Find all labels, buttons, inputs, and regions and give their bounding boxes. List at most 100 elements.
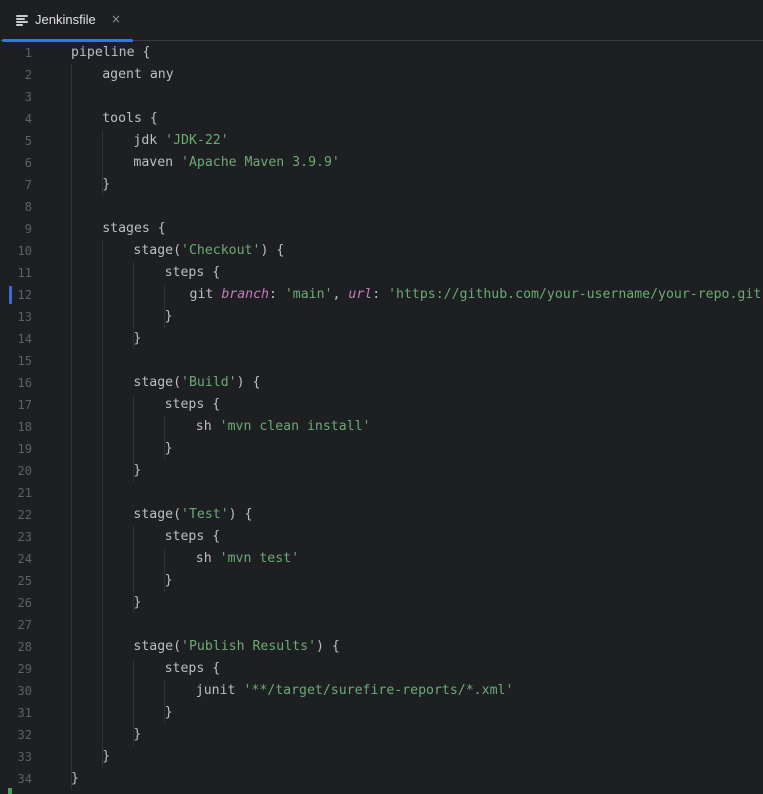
code-token: , xyxy=(332,287,349,302)
indent-guide xyxy=(164,416,165,460)
code-line[interactable]: pipeline { xyxy=(71,42,150,64)
code-line[interactable]: sh 'mvn test' xyxy=(196,548,299,570)
code-line[interactable]: } xyxy=(133,592,141,614)
string-literal: 'Test' xyxy=(181,507,229,522)
line-number: 23 xyxy=(17,530,32,544)
code-line[interactable]: steps { xyxy=(165,526,221,548)
code-line[interactable]: stage('Test') { xyxy=(133,504,252,526)
code-token: ) { xyxy=(228,507,253,522)
code-token: junit xyxy=(195,683,244,698)
line-number: 10 xyxy=(17,244,32,258)
code-token: } xyxy=(102,749,111,764)
code-token: sh xyxy=(195,419,220,434)
indent-guide xyxy=(102,130,103,196)
code-token: } xyxy=(164,441,173,456)
code-token: } xyxy=(133,331,142,346)
tab-title: Jenkinsfile xyxy=(35,12,96,27)
code-line[interactable]: } xyxy=(165,306,173,328)
line-number: 19 xyxy=(17,442,32,456)
close-icon[interactable]: × xyxy=(111,12,121,26)
code-line[interactable]: junit '**/target/surefire-reports/*.xml' xyxy=(196,680,514,702)
code-token: steps { xyxy=(164,265,221,280)
code-token: } xyxy=(133,727,142,742)
code-line[interactable]: stage('Build') { xyxy=(133,372,260,394)
code-line[interactable]: } xyxy=(133,328,141,350)
indent-guide xyxy=(133,658,134,746)
code-line[interactable]: } xyxy=(165,438,173,460)
code-line[interactable]: } xyxy=(102,746,110,768)
code-token: steps { xyxy=(164,397,221,412)
line-number: 6 xyxy=(24,156,32,170)
code-token: } xyxy=(164,705,173,720)
named-parameter: branch xyxy=(221,287,269,302)
code-line[interactable]: agent any xyxy=(102,64,173,86)
line-number: 16 xyxy=(17,376,32,390)
string-literal: 'main' xyxy=(284,287,333,302)
code-token: ) { xyxy=(236,375,261,390)
line-number: 20 xyxy=(17,464,32,478)
code-token: maven xyxy=(133,155,182,170)
line-number: 2 xyxy=(24,68,32,82)
code-line[interactable]: git branch: 'main', url: 'https://github… xyxy=(190,284,763,306)
string-literal: 'Checkout' xyxy=(181,243,261,258)
named-parameter: url xyxy=(348,287,373,302)
code-token: steps { xyxy=(164,529,221,544)
tab-jenkinsfile[interactable]: Jenkinsfile × xyxy=(0,0,133,42)
line-number: 12 xyxy=(17,288,32,302)
code-token: } xyxy=(164,309,173,324)
line-number: 32 xyxy=(17,728,32,742)
code-line[interactable]: jdk 'JDK-22' xyxy=(133,130,228,152)
code-token: tools { xyxy=(102,111,158,126)
code-line[interactable]: } xyxy=(71,768,79,790)
code-line[interactable]: tools { xyxy=(102,108,158,130)
code-token: ) { xyxy=(260,243,285,258)
line-number: 31 xyxy=(17,706,32,720)
change-marker xyxy=(9,286,12,304)
text-file-icon xyxy=(16,15,28,26)
code-token: : xyxy=(268,287,285,302)
line-number: 17 xyxy=(17,398,32,412)
code-line[interactable]: steps { xyxy=(165,394,221,416)
line-number: 14 xyxy=(17,332,32,346)
code-line[interactable]: } xyxy=(165,702,173,724)
code-line[interactable]: maven 'Apache Maven 3.9.9' xyxy=(133,152,339,174)
string-literal: 'https://github.com/your-username/your-r… xyxy=(388,287,763,302)
code-token: stage( xyxy=(133,507,182,522)
code-line[interactable]: sh 'mvn clean install' xyxy=(196,416,371,438)
line-number: 4 xyxy=(24,112,32,126)
code-token: stage( xyxy=(133,375,182,390)
code-token: jdk xyxy=(133,133,166,148)
line-number-gutter: 1 2 3 4 5 6 7 8 9 10 11 12 13 14 15 16 17 18 19 20 21 22 23 24 2… xyxy=(0,42,56,794)
code-line[interactable]: } xyxy=(102,174,110,196)
code-line[interactable]: } xyxy=(133,724,141,746)
line-number: 13 xyxy=(17,310,32,324)
line-number: 22 xyxy=(17,508,32,522)
line-number: 28 xyxy=(17,640,32,654)
code-line[interactable]: stage('Publish Results') { xyxy=(133,636,339,658)
code-token: } xyxy=(133,463,142,478)
line-number: 3 xyxy=(24,90,32,104)
code-line[interactable]: stage('Checkout') { xyxy=(133,240,284,262)
indent-guide xyxy=(164,284,165,328)
code-line[interactable]: } xyxy=(165,570,173,592)
line-number: 1 xyxy=(24,46,32,60)
code-token: : xyxy=(372,287,389,302)
line-number: 29 xyxy=(17,662,32,676)
code-line[interactable]: steps { xyxy=(165,658,221,680)
line-number: 8 xyxy=(24,200,32,214)
string-literal: 'mvn test' xyxy=(219,551,300,566)
code-token: pipeline { xyxy=(71,45,151,60)
code-token: steps { xyxy=(164,661,221,676)
code-line[interactable]: steps { xyxy=(165,262,221,284)
code-editor[interactable]: 1 2 3 4 5 6 7 8 9 10 11 12 13 14 15 16 17 18 19 20 21 22 23 24 2… xyxy=(0,42,763,794)
string-literal: 'Build' xyxy=(181,375,237,390)
line-number: 30 xyxy=(17,684,32,698)
code-line[interactable]: stages { xyxy=(102,218,166,240)
code-line[interactable]: } xyxy=(133,460,141,482)
line-number: 26 xyxy=(17,596,32,610)
string-literal: 'mvn clean install' xyxy=(219,419,371,434)
indent-guide xyxy=(133,394,134,482)
code-token: stage( xyxy=(133,639,182,654)
string-literal: '**/target/surefire-reports/*.xml' xyxy=(243,683,514,698)
line-number: 34 xyxy=(17,772,32,786)
